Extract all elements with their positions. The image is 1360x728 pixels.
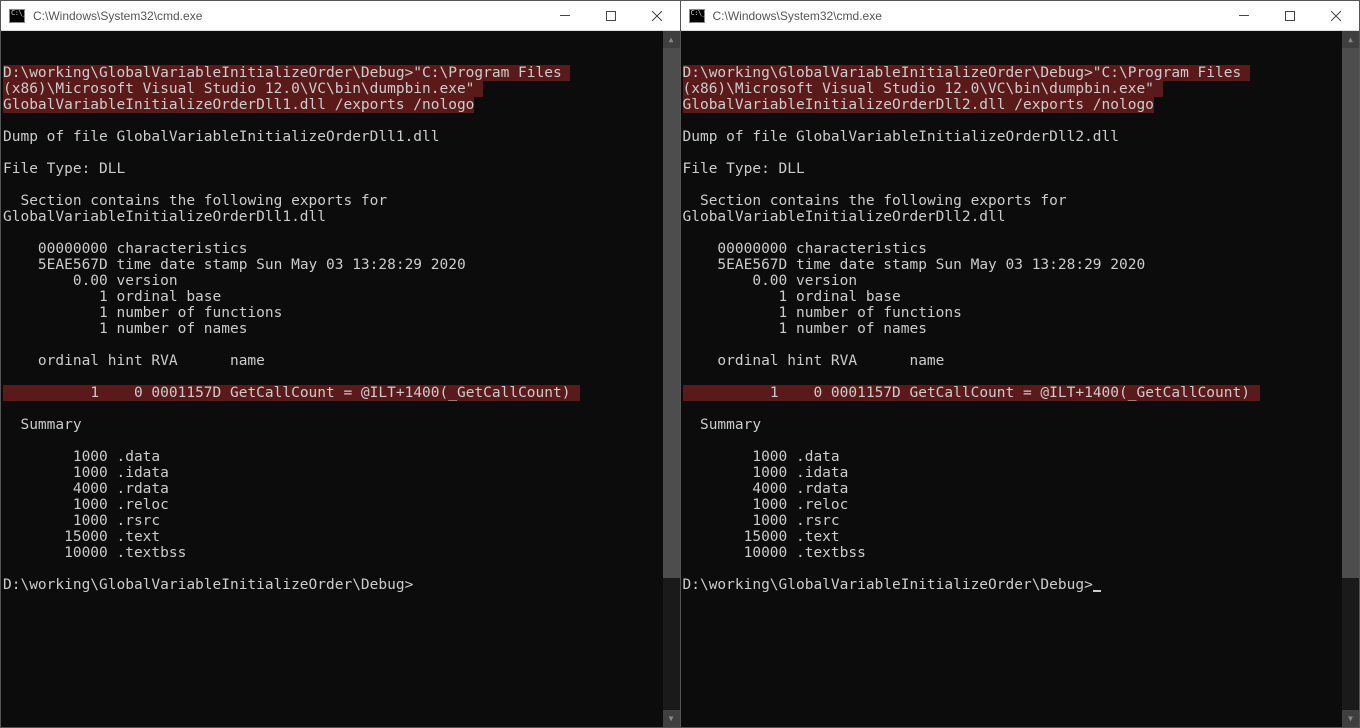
cursor-icon — [1093, 590, 1101, 592]
summary-idata: 1000 .idata — [683, 465, 849, 481]
ordinal-base: 1 ordinal base — [3, 289, 221, 305]
summary-header: Summary — [683, 417, 762, 433]
blank-line — [3, 401, 12, 417]
scroll-down-button[interactable]: ▼ — [1342, 710, 1359, 727]
titlebar-right[interactable]: C:\Windows\System32\cmd.exe — [681, 1, 1360, 31]
summary-textbss: 10000 .textbss — [3, 545, 186, 561]
window-controls-left — [542, 1, 680, 30]
blank-line — [3, 433, 12, 449]
blank-line — [683, 177, 692, 193]
blank-line — [683, 225, 692, 241]
blank-line — [3, 145, 12, 161]
prompt: D:\working\GlobalVariableInitializeOrder… — [683, 577, 1093, 593]
export-row: 1 0 0001157D GetCallCount = @ILT+1400(_G… — [3, 385, 580, 401]
titlebar-left[interactable]: C:\Windows\System32\cmd.exe — [1, 1, 680, 31]
blank-line — [3, 113, 12, 129]
blank-line — [3, 177, 12, 193]
version: 0.00 version — [683, 273, 858, 289]
blank-line — [683, 369, 692, 385]
terminal-right[interactable]: D:\working\GlobalVariableInitializeOrder… — [681, 31, 1360, 727]
blank-line — [683, 145, 692, 161]
window-controls-right — [1221, 1, 1359, 30]
cmd-window-right: C:\Windows\System32\cmd.exe D:\working\G… — [681, 0, 1360, 728]
summary-data: 1000 .data — [3, 449, 160, 465]
prompt: D:\working\GlobalVariableInitializeOrder… — [3, 577, 413, 593]
scrollbar-left[interactable]: ▲ ▼ — [663, 31, 680, 727]
summary-rsrc: 1000 .rsrc — [3, 513, 160, 529]
summary-header: Summary — [3, 417, 82, 433]
summary-reloc: 1000 .reloc — [3, 497, 169, 513]
summary-textbss: 10000 .textbss — [683, 545, 866, 561]
scroll-up-button[interactable]: ▲ — [1342, 31, 1359, 48]
cmd-window-left: C:\Windows\System32\cmd.exe D:\working\G… — [0, 0, 681, 728]
blank-line — [3, 369, 12, 385]
scroll-track[interactable] — [663, 48, 680, 710]
dump-of-file: Dump of file GlobalVariableInitializeOrd… — [3, 129, 440, 145]
ordinal-hint-header: ordinal hint RVA name — [683, 353, 945, 369]
summary-idata: 1000 .idata — [3, 465, 169, 481]
blank-line — [3, 337, 12, 353]
ordinal-base: 1 ordinal base — [683, 289, 901, 305]
cmd-icon — [9, 9, 25, 23]
ordinal-hint-header: ordinal hint RVA name — [3, 353, 265, 369]
minimize-button[interactable] — [542, 1, 588, 30]
section-header: Section contains the following exports f… — [3, 193, 396, 225]
summary-rdata: 4000 .rdata — [683, 481, 849, 497]
blank-line — [683, 401, 692, 417]
maximize-button[interactable] — [1267, 1, 1313, 30]
summary-reloc: 1000 .reloc — [683, 497, 849, 513]
blank-line — [3, 561, 12, 577]
close-button[interactable] — [1313, 1, 1359, 30]
section-header: Section contains the following exports f… — [683, 193, 1076, 225]
characteristics: 00000000 characteristics — [3, 241, 247, 257]
close-button[interactable] — [634, 1, 680, 30]
window-title-left: C:\Windows\System32\cmd.exe — [33, 9, 542, 23]
characteristics: 00000000 characteristics — [683, 241, 927, 257]
file-type: File Type: DLL — [3, 161, 125, 177]
version: 0.00 version — [3, 273, 178, 289]
minimize-button[interactable] — [1221, 1, 1267, 30]
scroll-thumb[interactable] — [1342, 48, 1359, 578]
file-type: File Type: DLL — [683, 161, 805, 177]
dump-of-file: Dump of file GlobalVariableInitializeOrd… — [683, 129, 1120, 145]
summary-rdata: 4000 .rdata — [3, 481, 169, 497]
scrollbar-right[interactable]: ▲ ▼ — [1342, 31, 1359, 727]
scroll-thumb[interactable] — [663, 48, 680, 578]
summary-data: 1000 .data — [683, 449, 840, 465]
command-line: D:\working\GlobalVariableInitializeOrder… — [3, 65, 570, 113]
cmd-icon — [689, 9, 705, 23]
summary-text: 15000 .text — [683, 529, 840, 545]
window-title-right: C:\Windows\System32\cmd.exe — [713, 9, 1222, 23]
number-of-names: 1 number of names — [3, 321, 247, 337]
blank-line — [3, 225, 12, 241]
blank-line — [683, 337, 692, 353]
summary-rsrc: 1000 .rsrc — [683, 513, 840, 529]
blank-line — [683, 561, 692, 577]
scroll-track[interactable] — [1342, 48, 1359, 710]
export-row: 1 0 0001157D GetCallCount = @ILT+1400(_G… — [683, 385, 1260, 401]
blank-line — [683, 49, 692, 65]
scroll-down-button[interactable]: ▼ — [663, 710, 680, 727]
blank-line — [3, 49, 12, 65]
blank-line — [683, 433, 692, 449]
scroll-up-button[interactable]: ▲ — [663, 31, 680, 48]
blank-line — [683, 113, 692, 129]
timestamp: 5EAE567D time date stamp Sun May 03 13:2… — [3, 257, 466, 273]
number-of-names: 1 number of names — [683, 321, 927, 337]
command-line: D:\working\GlobalVariableInitializeOrder… — [683, 65, 1250, 113]
summary-text: 15000 .text — [3, 529, 160, 545]
maximize-button[interactable] — [588, 1, 634, 30]
timestamp: 5EAE567D time date stamp Sun May 03 13:2… — [683, 257, 1146, 273]
number-of-functions: 1 number of functions — [683, 305, 962, 321]
number-of-functions: 1 number of functions — [3, 305, 282, 321]
terminal-left[interactable]: D:\working\GlobalVariableInitializeOrder… — [1, 31, 680, 727]
